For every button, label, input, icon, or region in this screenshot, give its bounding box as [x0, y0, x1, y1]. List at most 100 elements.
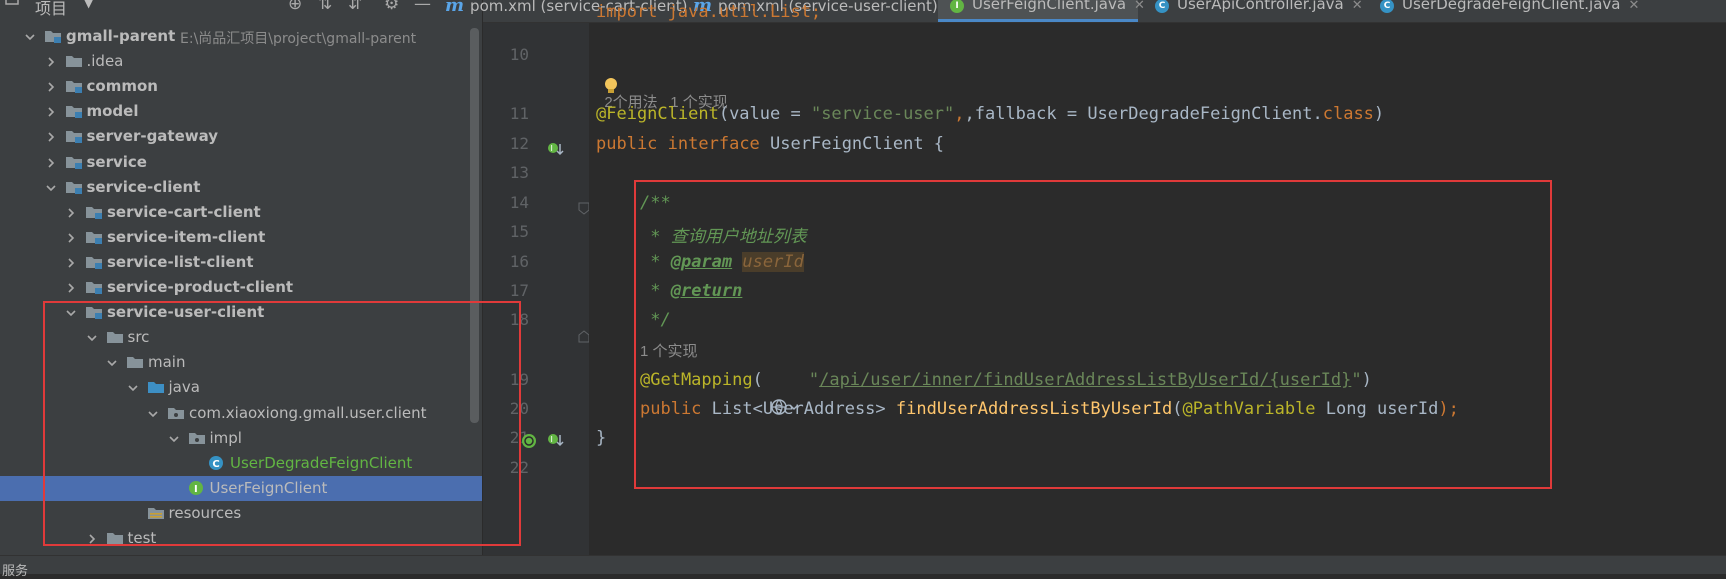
- tree-item[interactable]: C UserDegradeFeignClient: [0, 451, 482, 476]
- project-panel: 项目 ▼ ⊕ ⇅ ⇵ ⚙ — gmall-parent E:\尚品汇项目\proj…: [0, 0, 482, 555]
- tree-item-label: service-user-client: [107, 303, 265, 322]
- line-number: 18: [509, 310, 529, 329]
- chevron-right-icon[interactable]: [66, 230, 76, 243]
- code-line-17: * @return: [640, 281, 743, 301]
- code-line-15: * 查询用户地址列表: [640, 227, 807, 247]
- line-number: 16: [509, 252, 529, 271]
- tree-item[interactable]: gmall-parent E:\尚品汇项目\project\gmall-paren…: [0, 24, 482, 49]
- chevron-right-icon[interactable]: [46, 79, 56, 92]
- tree-item[interactable]: I UserFeignClient: [0, 475, 482, 501]
- package-icon: [188, 430, 206, 446]
- tree-item-label: main: [148, 353, 186, 372]
- lightbulb-icon[interactable]: [604, 77, 618, 95]
- code-line-16: * @param userId: [640, 252, 804, 272]
- tab-user-degrade-feign-client[interactable]: C UserDegradeFeignClient.java ✕: [1368, 0, 1726, 22]
- tree-item[interactable]: main: [0, 350, 482, 375]
- gear-icon[interactable]: ⚙: [384, 0, 399, 14]
- tree-item-label: UserFeignClient: [209, 478, 328, 497]
- tree-item-label: server-gateway: [86, 127, 219, 146]
- tree-item-label: service-cart-client: [107, 202, 261, 221]
- tree-item[interactable]: service-user-client: [0, 300, 482, 325]
- tree-item[interactable]: com.xiaoxiong.gmall.user.client: [0, 401, 482, 426]
- tree-item[interactable]: service-list-client: [0, 250, 482, 275]
- tree-item-label: com.xiaoxiong.gmall.user.client: [189, 403, 427, 422]
- locate-icon[interactable]: ⊕: [288, 0, 302, 14]
- tree-item-label: test: [127, 529, 157, 547]
- implemented-icon[interactable]: I: [547, 431, 565, 449]
- tree-item-label: model: [86, 102, 139, 121]
- chevron-right-icon[interactable]: [66, 280, 76, 293]
- tab-user-api-controller[interactable]: C UserApiController.java ✕: [1143, 0, 1363, 22]
- line-number: 15: [509, 222, 529, 241]
- line-number: 13: [509, 163, 529, 182]
- services-label[interactable]: 服务: [2, 560, 28, 579]
- tree-item[interactable]: model: [0, 99, 482, 124]
- maven-icon: m: [445, 0, 465, 16]
- tree-item[interactable]: service-client: [0, 175, 482, 200]
- chevron-right-icon[interactable]: [66, 255, 76, 268]
- tree-item[interactable]: java: [0, 375, 482, 400]
- tree-scrollbar[interactable]: [470, 28, 479, 423]
- collapse-all-icon[interactable]: ⇵: [348, 0, 362, 14]
- code-line-11: @FeignClient(value = "service-user",,fal…: [596, 104, 1385, 124]
- chevron-right-icon[interactable]: [46, 129, 56, 142]
- project-path: E:\尚品汇项目\project\gmall-parent: [180, 31, 417, 47]
- module-folder-icon: [65, 128, 83, 144]
- folder-icon: [65, 53, 83, 69]
- tree-item-label: service: [86, 152, 147, 171]
- tree-item[interactable]: src: [0, 325, 482, 350]
- chevron-right-icon[interactable]: [46, 155, 56, 168]
- implemented-icon[interactable]: I: [547, 140, 565, 158]
- chevron-down-icon[interactable]: [168, 431, 179, 443]
- tree-item[interactable]: test: [0, 526, 482, 551]
- tree-item[interactable]: resources: [0, 501, 482, 526]
- code-line-12: public interface UserFeignClient {: [596, 134, 945, 154]
- module-folder-icon: [85, 254, 103, 270]
- code-line-18: */: [640, 310, 671, 330]
- tree-item-label: service-list-client: [107, 252, 254, 271]
- chevron-right-icon[interactable]: [87, 531, 97, 544]
- chevron-down-icon[interactable]: [127, 380, 138, 392]
- expand-all-icon[interactable]: ⇅: [318, 0, 332, 14]
- chevron-down-icon[interactable]: [86, 330, 97, 342]
- svg-text:I: I: [551, 144, 553, 153]
- source-folder-icon: [147, 379, 165, 395]
- hide-panel-icon[interactable]: —: [414, 0, 431, 14]
- class-icon: C: [1380, 0, 1394, 13]
- tree-item-label: common: [86, 77, 158, 96]
- chevron-down-icon[interactable]: [107, 355, 117, 367]
- tree-item[interactable]: service-item-client: [0, 225, 482, 250]
- line-number: 12: [509, 134, 529, 153]
- code-line-import: import java.util.List;: [596, 2, 822, 22]
- interface-icon: I: [188, 480, 206, 496]
- chevron-right-icon[interactable]: [46, 104, 56, 117]
- tree-item[interactable]: service-cart-client: [0, 200, 482, 225]
- code-editor[interactable]: [589, 23, 1726, 555]
- implementations-hint[interactable]: 1 个实现: [640, 340, 698, 361]
- tree-item[interactable]: .idea: [0, 49, 482, 74]
- chevron-down-icon[interactable]: [148, 406, 158, 418]
- close-icon[interactable]: ✕: [1628, 0, 1639, 13]
- class-icon: C: [1155, 0, 1169, 13]
- chevron-right-icon[interactable]: [46, 54, 56, 67]
- code-line-21: }: [596, 428, 607, 448]
- web-endpoint-icon[interactable]: [520, 430, 542, 450]
- module-folder-icon: [85, 279, 103, 295]
- chevron-down-icon[interactable]: [25, 29, 35, 41]
- project-panel-header: 项目 ▼ ⊕ ⇅ ⇵ ⚙ —: [0, 0, 482, 22]
- tree-item[interactable]: common: [0, 74, 482, 99]
- chevron-down-icon[interactable]: ▼: [84, 0, 93, 10]
- svg-text:I: I: [194, 484, 198, 495]
- tab-user-feign-client[interactable]: I UserFeignClient.java ✕: [938, 0, 1145, 22]
- tree-item[interactable]: server-gateway: [0, 124, 482, 149]
- module-folder-icon: [85, 204, 103, 220]
- chevron-down-icon[interactable]: [66, 305, 76, 317]
- project-panel-title[interactable]: 项目: [35, 0, 67, 19]
- chevron-right-icon[interactable]: [66, 205, 76, 218]
- chevron-down-icon[interactable]: [45, 180, 56, 192]
- close-icon[interactable]: ✕: [1352, 0, 1363, 13]
- svg-text:I: I: [551, 435, 553, 444]
- tree-item[interactable]: impl: [0, 426, 482, 451]
- tree-item[interactable]: service-product-client: [0, 275, 482, 300]
- tree-item[interactable]: service: [0, 150, 482, 175]
